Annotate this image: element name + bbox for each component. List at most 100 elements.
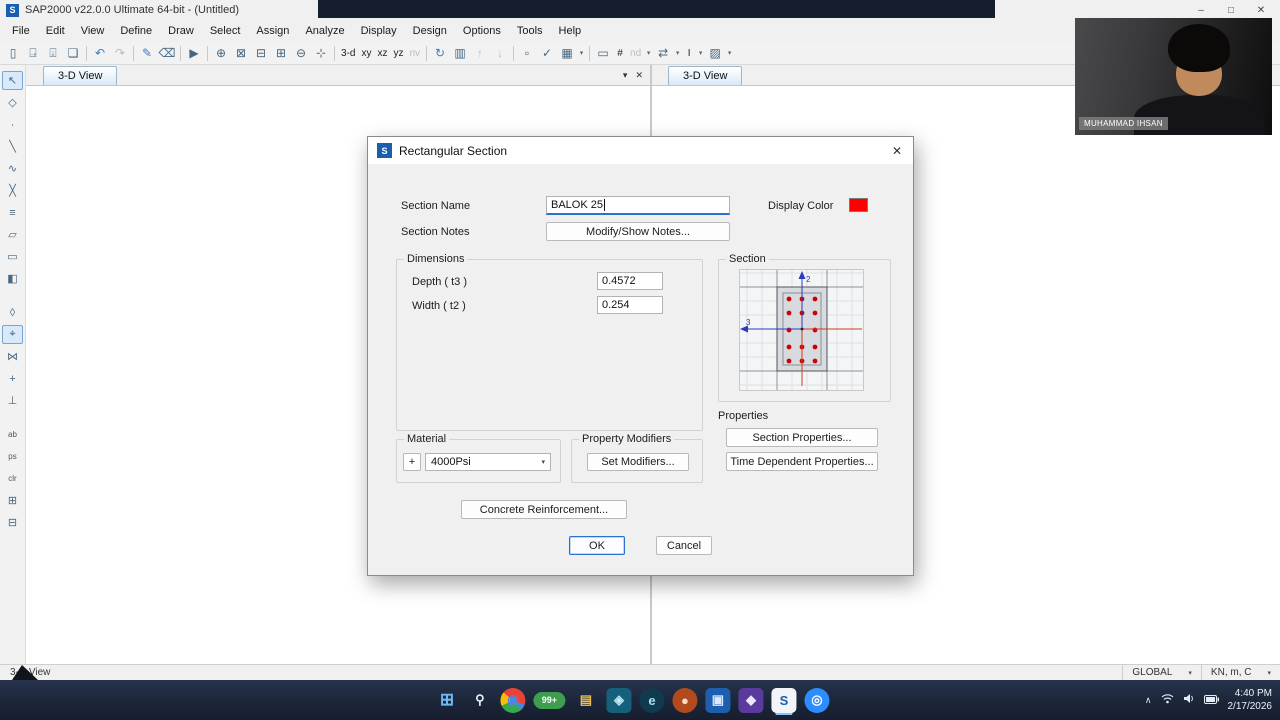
rubber-band-zoom-icon[interactable]: ⊕	[211, 44, 231, 63]
wifi-icon[interactable]	[1161, 691, 1174, 709]
depth-input[interactable]: 0.4572	[597, 272, 663, 290]
model-alive-icon[interactable]: ⇄	[653, 44, 673, 63]
menu-item[interactable]: Define	[112, 22, 160, 40]
edit-icon[interactable]: ✎	[137, 44, 157, 63]
quick-draw-frame-icon[interactable]: ∿	[2, 159, 23, 178]
menu-item[interactable]: File	[4, 22, 38, 40]
clock[interactable]: 4:40 PM 2/17/2026	[1228, 687, 1273, 714]
draw-joint-icon[interactable]: ∙	[2, 115, 23, 134]
dialog-close-icon[interactable]: ✕	[892, 144, 904, 158]
view-3d-button[interactable]: 3-d	[338, 44, 358, 63]
app-icon-blue[interactable]: ▣	[705, 687, 731, 713]
new-model-icon[interactable]: ▯	[3, 44, 23, 63]
sap2000-taskbar-icon[interactable]: S	[771, 687, 797, 713]
menu-item[interactable]: Draw	[160, 22, 202, 40]
add-material-button[interactable]: +	[403, 453, 421, 471]
zoom-in-icon[interactable]: ⊞	[271, 44, 291, 63]
app-icon-edge[interactable]: e	[639, 687, 665, 713]
perspective-toggle-icon[interactable]: ▥	[450, 44, 470, 63]
restore-full-view-icon[interactable]: ⊠	[231, 44, 251, 63]
menu-item[interactable]: Analyze	[297, 22, 352, 40]
pan-icon[interactable]: ⊹	[311, 44, 331, 63]
view-xy-button[interactable]: xy	[358, 44, 374, 63]
display-color-swatch[interactable]	[849, 198, 868, 212]
dialog-title-bar[interactable]: S Rectangular Section ✕	[368, 137, 913, 164]
ok-button[interactable]: OK	[569, 536, 625, 555]
search-icon[interactable]: ⚲	[467, 688, 492, 713]
print-icon[interactable]: ❏	[63, 44, 83, 63]
section-properties-button[interactable]: Section Properties...	[726, 428, 878, 447]
maximize-button[interactable]: □	[1216, 0, 1246, 20]
menu-item[interactable]: Display	[353, 22, 405, 40]
draw-rect-area-icon[interactable]: ▭	[2, 247, 23, 266]
battery-icon[interactable]	[1203, 691, 1219, 709]
tab-3d-view-left[interactable]: 3-D View	[43, 66, 118, 85]
set-display-options-icon[interactable]: ✓	[537, 44, 557, 63]
get-previous-selection-icon[interactable]: ⊟	[2, 513, 23, 532]
shrink-objects-icon[interactable]: ▫	[517, 44, 537, 63]
show-undeformed-icon[interactable]: ab	[2, 425, 23, 444]
open-file-icon[interactable]: ⍈	[23, 44, 43, 63]
save-model-icon[interactable]: ⍗	[43, 44, 63, 63]
dropdown-arrow-icon[interactable]: ▾	[577, 44, 586, 63]
draw-window-icon[interactable]: ▭	[593, 44, 613, 63]
battery-widget[interactable]: 99+	[533, 691, 566, 709]
menu-item[interactable]: Help	[551, 22, 590, 40]
named-display-icon[interactable]: ps	[2, 447, 23, 466]
coordinate-system-dropdown[interactable]: GLOBAL ▾	[1122, 665, 1201, 680]
hidden-icons-chevron[interactable]: ∧	[1145, 695, 1152, 706]
draw-quad-area-icon[interactable]: ▱	[2, 225, 23, 244]
snap-intersections-icon[interactable]: +	[2, 369, 23, 388]
display-pattern-icon[interactable]: ▨	[705, 44, 725, 63]
undo-icon[interactable]: ↶	[90, 44, 110, 63]
units-dropdown[interactable]: KN, m, C ▾	[1200, 665, 1280, 680]
rotate-view-icon[interactable]: ↻	[430, 44, 450, 63]
width-input[interactable]: 0.254	[597, 296, 663, 314]
run-analysis-icon[interactable]: ▶	[184, 44, 204, 63]
view-xz-button[interactable]: xz	[374, 44, 390, 63]
reshape-icon[interactable]: ◇	[2, 93, 23, 112]
close-button[interactable]: ✕	[1246, 0, 1276, 20]
menu-item[interactable]: Design	[405, 22, 455, 40]
menu-item[interactable]: Assign	[248, 22, 297, 40]
file-explorer-icon[interactable]: ▤	[573, 688, 598, 713]
dropdown-arrow-icon[interactable]: ▾	[673, 44, 682, 63]
previous-zoom-icon[interactable]: ⊟	[251, 44, 271, 63]
select-pointer-icon[interactable]: ↖	[2, 71, 23, 90]
section-name-input[interactable]: BALOK 25	[546, 196, 730, 215]
snap-midpoints-icon[interactable]: ⋈	[2, 347, 23, 366]
snap-joints-icon[interactable]: ⌖	[2, 325, 23, 344]
material-dropdown[interactable]: 4000Psi ▾	[425, 453, 551, 471]
menu-item[interactable]: Tools	[509, 22, 551, 40]
dropdown-arrow-icon[interactable]: ▾	[644, 44, 653, 63]
app-icon-purple[interactable]: ◆	[738, 687, 764, 713]
speaker-icon[interactable]	[1183, 691, 1195, 709]
menu-item[interactable]: View	[73, 22, 113, 40]
minimize-button[interactable]: –	[1186, 0, 1216, 20]
view-menu-arrow-icon[interactable]: ▾	[623, 70, 628, 81]
quick-draw-brace-icon[interactable]: ╳	[2, 181, 23, 200]
zoom-out-icon[interactable]: ⊖	[291, 44, 311, 63]
time-dependent-properties-button[interactable]: Time Dependent Properties...	[726, 452, 878, 471]
view-close-icon[interactable]: ✕	[635, 70, 643, 81]
section-cut-icon[interactable]: #	[613, 44, 627, 63]
object-display-icon[interactable]: ▦	[557, 44, 577, 63]
draw-frame-icon[interactable]: ╲	[2, 137, 23, 156]
concrete-reinforcement-button[interactable]: Concrete Reinforcement...	[461, 500, 627, 519]
quick-draw-secondary-beams-icon[interactable]: ≡	[2, 203, 23, 222]
start-button[interactable]: ⊞	[434, 688, 459, 713]
move-up-in-list-icon[interactable]: ↑	[470, 44, 490, 63]
app-icon-football[interactable]: ●	[672, 687, 698, 713]
draw-poly-area-icon[interactable]: ◊	[2, 303, 23, 322]
menu-item[interactable]: Select	[202, 22, 249, 40]
dropdown-arrow-icon[interactable]: ▾	[696, 44, 705, 63]
view-yz-button[interactable]: yz	[390, 44, 406, 63]
redo-icon[interactable]: ↷	[110, 44, 130, 63]
snap-perpendicular-icon[interactable]: ⊥	[2, 391, 23, 410]
zoom-app-icon[interactable]: ◎	[804, 687, 830, 713]
chrome-icon[interactable]: ◉	[500, 687, 526, 713]
tab-3d-view-right[interactable]: 3-D View	[668, 66, 743, 85]
cancel-button[interactable]: Cancel	[656, 536, 712, 555]
modify-show-notes-button[interactable]: Modify/Show Notes...	[546, 222, 730, 241]
menu-item[interactable]: Edit	[38, 22, 73, 40]
